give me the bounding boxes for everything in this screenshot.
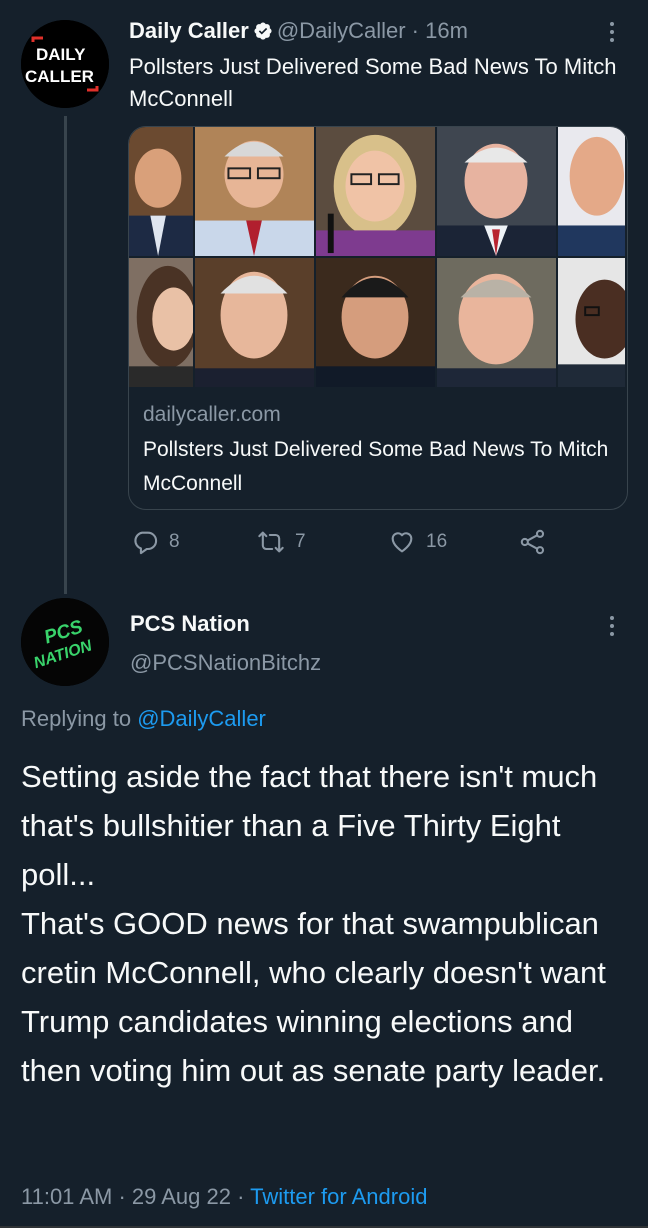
like-button[interactable]: 16 [388,528,447,556]
photo-tile [195,127,316,258]
tweet-metadata: 11:01 AM · 29 Aug 22 · Twitter for Andro… [21,1184,427,1210]
svg-text:CALLER: CALLER [25,67,94,86]
share-button[interactable] [519,528,547,556]
reply-button[interactable]: 8 [131,528,180,556]
tweet-source[interactable]: Twitter for Android [250,1184,427,1209]
photo-tile [195,258,316,389]
like-count: 16 [426,531,448,552]
link-card[interactable]: dailycaller.com Pollsters Just Delivered… [128,126,628,510]
photo-tile [437,127,558,258]
photo-tile [129,127,195,258]
reply-tweet-text: Setting aside the fact that there isn't … [21,759,606,1088]
daily-caller-logo: DAILY CALLER [21,20,109,108]
tweet-date[interactable]: 29 Aug 22 [132,1184,231,1209]
thread-connector-line [64,116,67,594]
share-icon [520,529,545,555]
photo-tile [558,127,627,258]
separator-dot: · [231,1184,251,1209]
retweet-count: 7 [295,531,306,552]
author-handle[interactable]: @DailyCaller [277,18,406,43]
retweet-icon [258,531,284,553]
tweet-text: Pollsters Just Delivered Some Bad News T… [129,54,617,111]
replying-to-handle[interactable]: @DailyCaller [137,706,266,731]
photo-tile [316,127,437,258]
reply-icon [134,531,158,555]
replying-to-prefix: Replying to [21,706,138,731]
photo-tile [437,258,558,389]
photo-tile [316,258,437,389]
replying-to: Replying to @DailyCaller [21,706,266,732]
separator-dot: · [405,18,426,43]
pcs-nation-logo: PCS NATION [21,598,109,686]
more-options-icon[interactable] [600,18,624,50]
reply-count: 8 [169,531,180,552]
pcs-nation-avatar[interactable]: PCS NATION [21,598,109,686]
separator-dot: · [112,1184,132,1209]
photo-tile [558,258,627,389]
photo-tile [129,258,195,389]
svg-text:DAILY: DAILY [36,45,86,64]
daily-caller-avatar[interactable]: DAILY CALLER [21,20,109,108]
heart-icon [391,532,413,553]
tweet-header: Daily Caller @DailyCaller · 16m [129,16,468,46]
reply-more-options-icon[interactable] [600,612,624,644]
retweet-button[interactable]: 7 [257,528,306,556]
author-name[interactable]: Daily Caller [129,18,249,43]
reply-author-handle[interactable]: @PCSNationBitchz [130,650,321,676]
link-card-title: Pollsters Just Delivered Some Bad News T… [143,438,609,495]
tweet-time-stamp[interactable]: 11:01 AM [21,1184,112,1209]
reply-author-name[interactable]: PCS Nation [130,611,250,637]
verified-badge-icon [254,22,272,40]
tweet-time[interactable]: 16m [425,18,468,43]
link-card-image [129,127,627,389]
link-card-domain: dailycaller.com [143,403,281,426]
